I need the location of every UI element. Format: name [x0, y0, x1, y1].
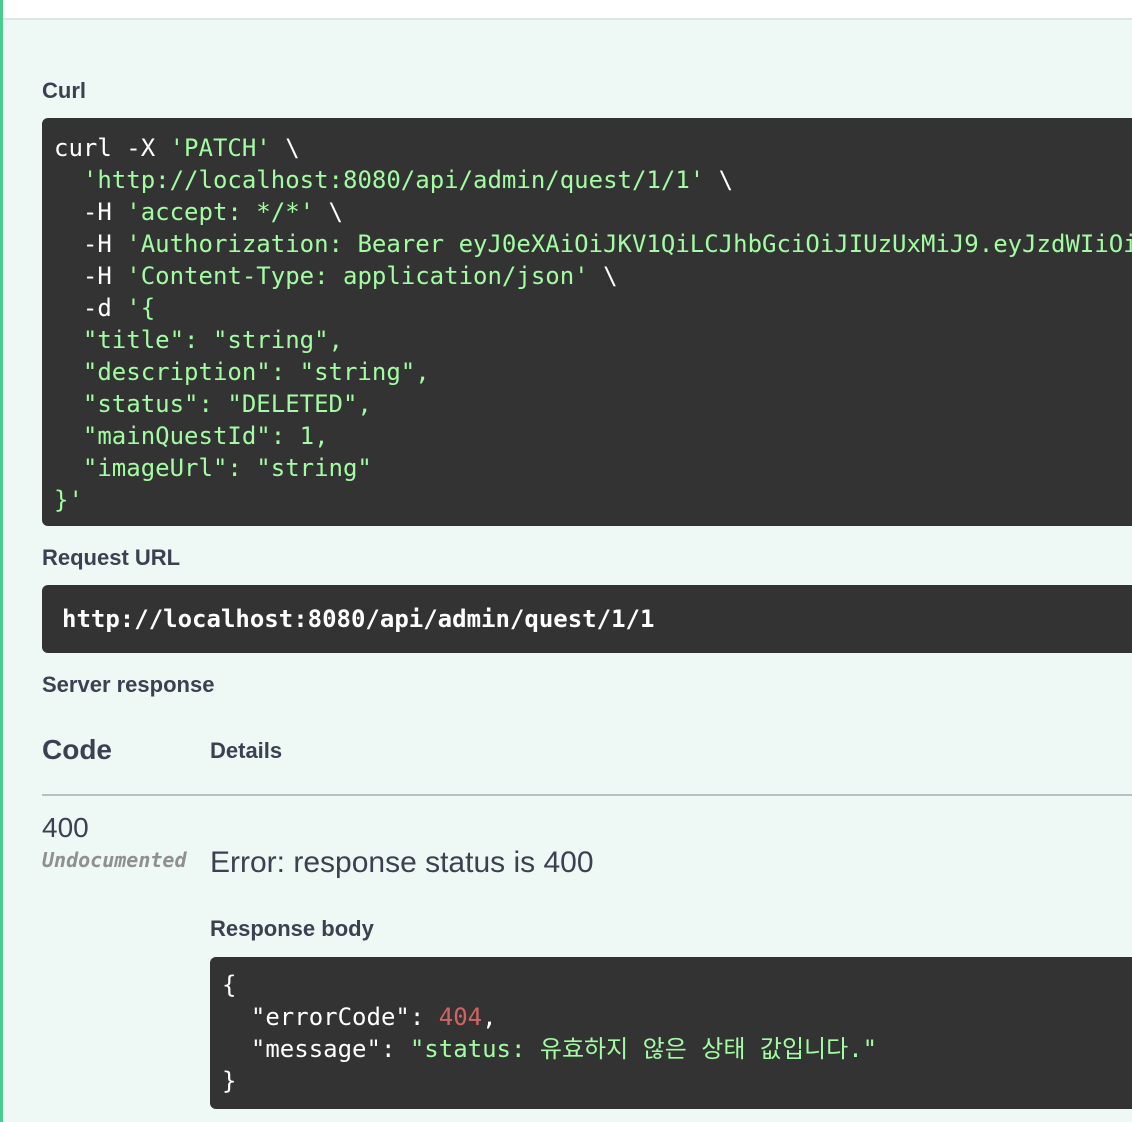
- curl-code-line: -H 'Content-Type: application/json' \: [54, 260, 1132, 292]
- response-body-line: }: [222, 1065, 1132, 1097]
- curl-code-token: -H: [54, 230, 127, 258]
- response-body-token: {: [222, 971, 237, 999]
- top-panel-edge: [3, 0, 1132, 20]
- response-body-label: Response body: [210, 916, 374, 941]
- curl-code-line: "status": "DELETED",: [54, 388, 1132, 420]
- column-header-code: Code: [42, 734, 112, 765]
- method-accent-bar: [0, 0, 3, 1122]
- curl-code-line: }': [54, 484, 1132, 516]
- curl-code-line: "description": "string",: [54, 356, 1132, 388]
- response-body-token: }: [222, 1067, 237, 1095]
- curl-code-token: "title": "string",: [54, 326, 343, 354]
- response-body-code-block[interactable]: { "errorCode": 404, "message": "status: …: [210, 957, 1132, 1109]
- curl-code-token: "mainQuestId": 1,: [54, 422, 329, 450]
- curl-code-token: \: [270, 134, 300, 162]
- curl-code-token: -H: [54, 262, 127, 290]
- curl-code-token: 'Content-Type: application/json': [126, 262, 589, 290]
- response-body-token: "errorCode":: [222, 1003, 439, 1031]
- request-url-label: Request URL: [42, 545, 181, 570]
- response-body-line: "errorCode": 404,: [222, 1001, 1132, 1033]
- curl-code-token: -d: [54, 294, 127, 322]
- response-body-token: "status: 유효하지 않은 상태 값입니다.": [409, 1035, 878, 1063]
- curl-code-line: "title": "string",: [54, 324, 1132, 356]
- curl-code-line: "imageUrl": "string": [54, 452, 1132, 484]
- curl-code-line: -H 'Authorization: Bearer eyJ0eXAiOiJKV1…: [54, 228, 1132, 260]
- curl-code-token: '{: [126, 294, 156, 322]
- curl-code-token: \: [314, 198, 343, 226]
- curl-code-token: "status": "DELETED",: [54, 390, 372, 418]
- curl-code-token: 'accept: */*': [126, 198, 315, 226]
- curl-code-line: curl -X 'PATCH' \: [54, 132, 1132, 164]
- request-url-value[interactable]: http://localhost:8080/api/admin/quest/1/…: [42, 585, 1132, 653]
- curl-code-token: \: [704, 166, 734, 194]
- curl-code-token: curl -X: [54, 134, 170, 162]
- curl-code-token: 'PATCH': [169, 134, 271, 162]
- curl-code-token: -H: [54, 198, 127, 226]
- curl-code-token: }': [54, 486, 83, 514]
- curl-code-token: 'Authorization: Bearer eyJ0eXAiOiJKV1QiL…: [126, 230, 1132, 258]
- curl-label: Curl: [42, 78, 86, 103]
- curl-code-token: \: [588, 262, 618, 290]
- response-body-token: "message":: [222, 1035, 410, 1063]
- server-response-label: Server response: [42, 672, 215, 697]
- response-body-token: 404: [438, 1003, 483, 1031]
- curl-code-token: "imageUrl": "string": [54, 454, 372, 482]
- undocumented-badge: Undocumented: [42, 848, 187, 872]
- response-body-line: {: [222, 969, 1132, 1001]
- curl-code-line: -d '{: [54, 292, 1132, 324]
- response-table-header: Code Details: [42, 722, 1132, 796]
- curl-code-block[interactable]: curl -X 'PATCH' \ 'http://localhost:8080…: [42, 118, 1132, 526]
- response-status-code: 400: [42, 812, 89, 843]
- curl-code-token: [54, 166, 83, 194]
- column-header-details: Details: [210, 738, 283, 763]
- error-message: Error: response status is 400: [210, 846, 594, 879]
- curl-code-line: 'http://localhost:8080/api/admin/quest/1…: [54, 164, 1132, 196]
- curl-code-line: -H 'accept: */*' \: [54, 196, 1132, 228]
- response-body-token: ,: [482, 1003, 497, 1031]
- curl-code-token: 'http://localhost:8080/api/admin/quest/1…: [82, 166, 705, 194]
- response-body-line: "message": "status: 유효하지 않은 상태 값입니다.": [222, 1033, 1132, 1065]
- curl-code-line: "mainQuestId": 1,: [54, 420, 1132, 452]
- curl-code-token: "description": "string",: [54, 358, 430, 386]
